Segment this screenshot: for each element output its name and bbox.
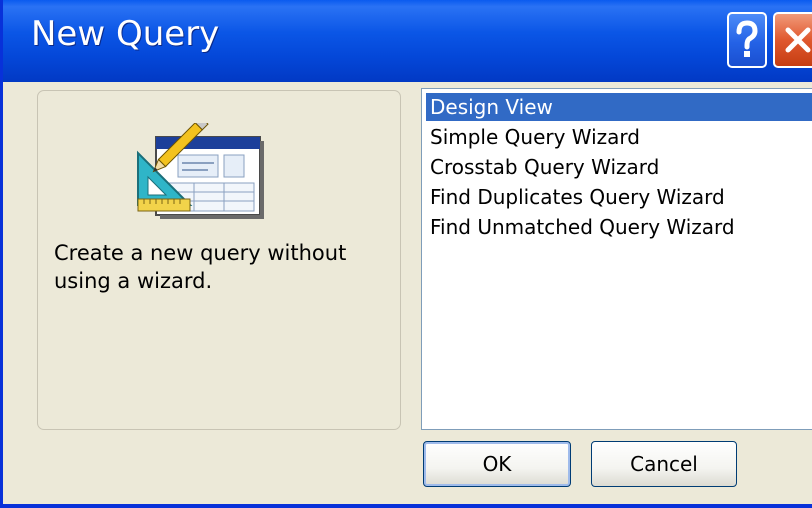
question-mark-icon [736,20,758,57]
list-item-crosstab-query-wizard[interactable]: Crosstab Query Wizard [426,153,812,181]
query-description: Create a new query without using a wizar… [54,241,347,293]
preview-panel: Create a new query without using a wizar… [37,90,401,430]
close-x-icon [785,27,811,53]
query-type-list[interactable]: Design View Simple Query Wizard Crosstab… [421,88,812,430]
list-item-find-duplicates-query-wizard[interactable]: Find Duplicates Query Wizard [426,183,812,211]
ok-button[interactable]: OK [423,441,571,487]
dialog-title: New Query [31,14,220,54]
list-item-find-unmatched-query-wizard[interactable]: Find Unmatched Query Wizard [426,213,812,241]
query-design-icon [137,123,264,219]
close-button[interactable] [773,12,812,68]
title-bar[interactable]: New Query [3,0,812,82]
help-button[interactable] [727,12,767,68]
list-item-simple-query-wizard[interactable]: Simple Query Wizard [426,123,812,151]
cancel-button[interactable]: Cancel [591,441,737,487]
list-item-design-view[interactable]: Design View [426,93,812,121]
new-query-dialog: New Query Create a new query without usi… [0,0,812,508]
